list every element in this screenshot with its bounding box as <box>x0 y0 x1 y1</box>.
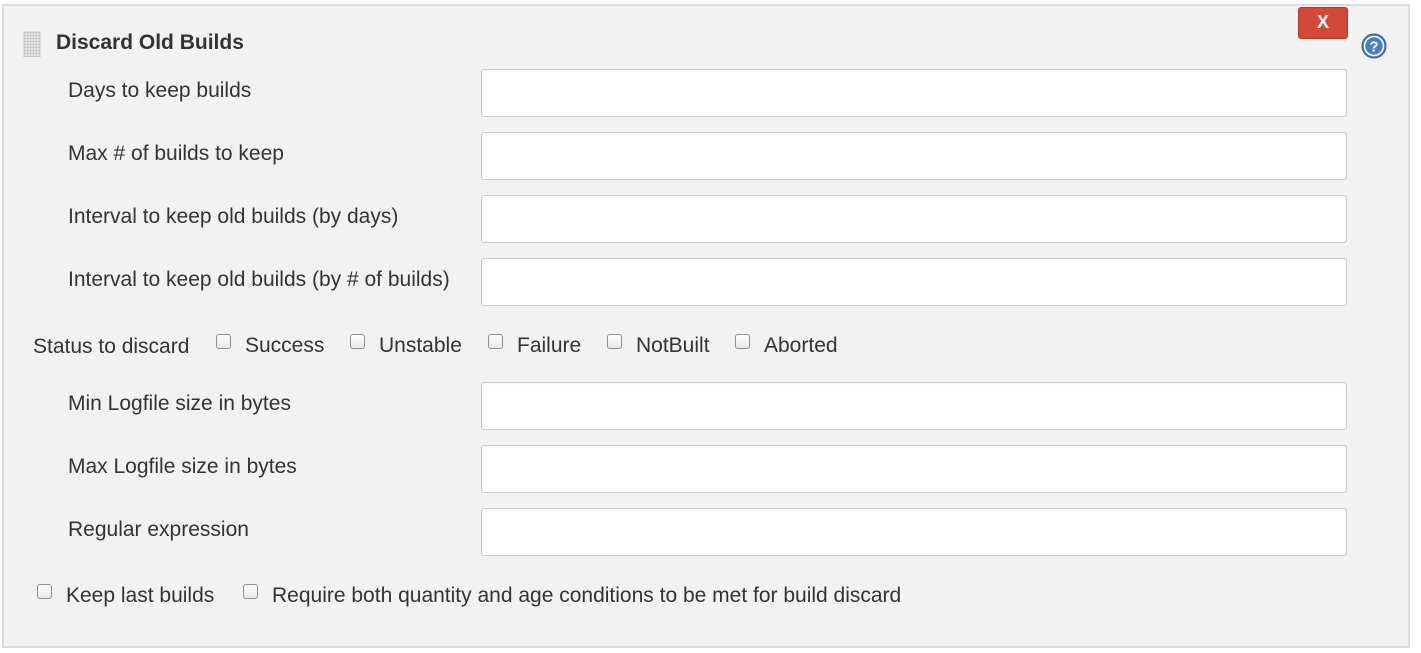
status-notbuilt-checkbox[interactable] <box>607 334 622 349</box>
status-to-discard-label: Status to discard <box>33 335 190 358</box>
status-success-checkbox[interactable] <box>216 334 231 349</box>
interval-days-input[interactable] <box>481 195 1347 243</box>
days-to-keep-label: Days to keep builds <box>68 79 252 102</box>
max-logfile-label: Max Logfile size in bytes <box>68 455 297 478</box>
min-logfile-label: Min Logfile size in bytes <box>68 392 291 415</box>
status-aborted-checkbox[interactable] <box>735 334 750 349</box>
max-logfile-input[interactable] <box>481 445 1347 493</box>
status-unstable-checkbox[interactable] <box>350 334 365 349</box>
question-circle-icon[interactable]: ? <box>1361 33 1387 59</box>
status-failure-checkbox[interactable] <box>488 334 503 349</box>
status-failure-label[interactable]: Failure <box>517 334 581 358</box>
interval-builds-input[interactable] <box>481 258 1347 306</box>
keep-last-builds-label[interactable]: Keep last builds <box>66 584 214 608</box>
discard-old-builds-panel: Discard Old Builds X ? Days to keep buil… <box>2 4 1410 648</box>
interval-builds-label: Interval to keep old builds (by # of bui… <box>68 268 450 291</box>
svg-text:?: ? <box>1369 39 1378 56</box>
regex-input[interactable] <box>481 508 1347 556</box>
interval-days-label: Interval to keep old builds (by days) <box>68 205 399 228</box>
status-aborted-label[interactable]: Aborted <box>764 334 838 358</box>
keep-last-builds-checkbox[interactable] <box>37 584 52 599</box>
status-success-label[interactable]: Success <box>245 334 324 358</box>
max-builds-label: Max # of builds to keep <box>68 142 284 165</box>
days-to-keep-input[interactable] <box>481 69 1347 117</box>
max-builds-input[interactable] <box>481 132 1347 180</box>
min-logfile-input[interactable] <box>481 382 1347 430</box>
delete-button[interactable]: X <box>1298 7 1348 39</box>
require-both-checkbox[interactable] <box>243 584 258 599</box>
drag-handle-icon[interactable] <box>23 31 41 57</box>
status-unstable-label[interactable]: Unstable <box>379 334 462 358</box>
status-notbuilt-label[interactable]: NotBuilt <box>636 334 710 358</box>
require-both-label[interactable]: Require both quantity and age conditions… <box>272 584 901 608</box>
regex-label: Regular expression <box>68 518 249 541</box>
section-title: Discard Old Builds <box>56 31 244 54</box>
